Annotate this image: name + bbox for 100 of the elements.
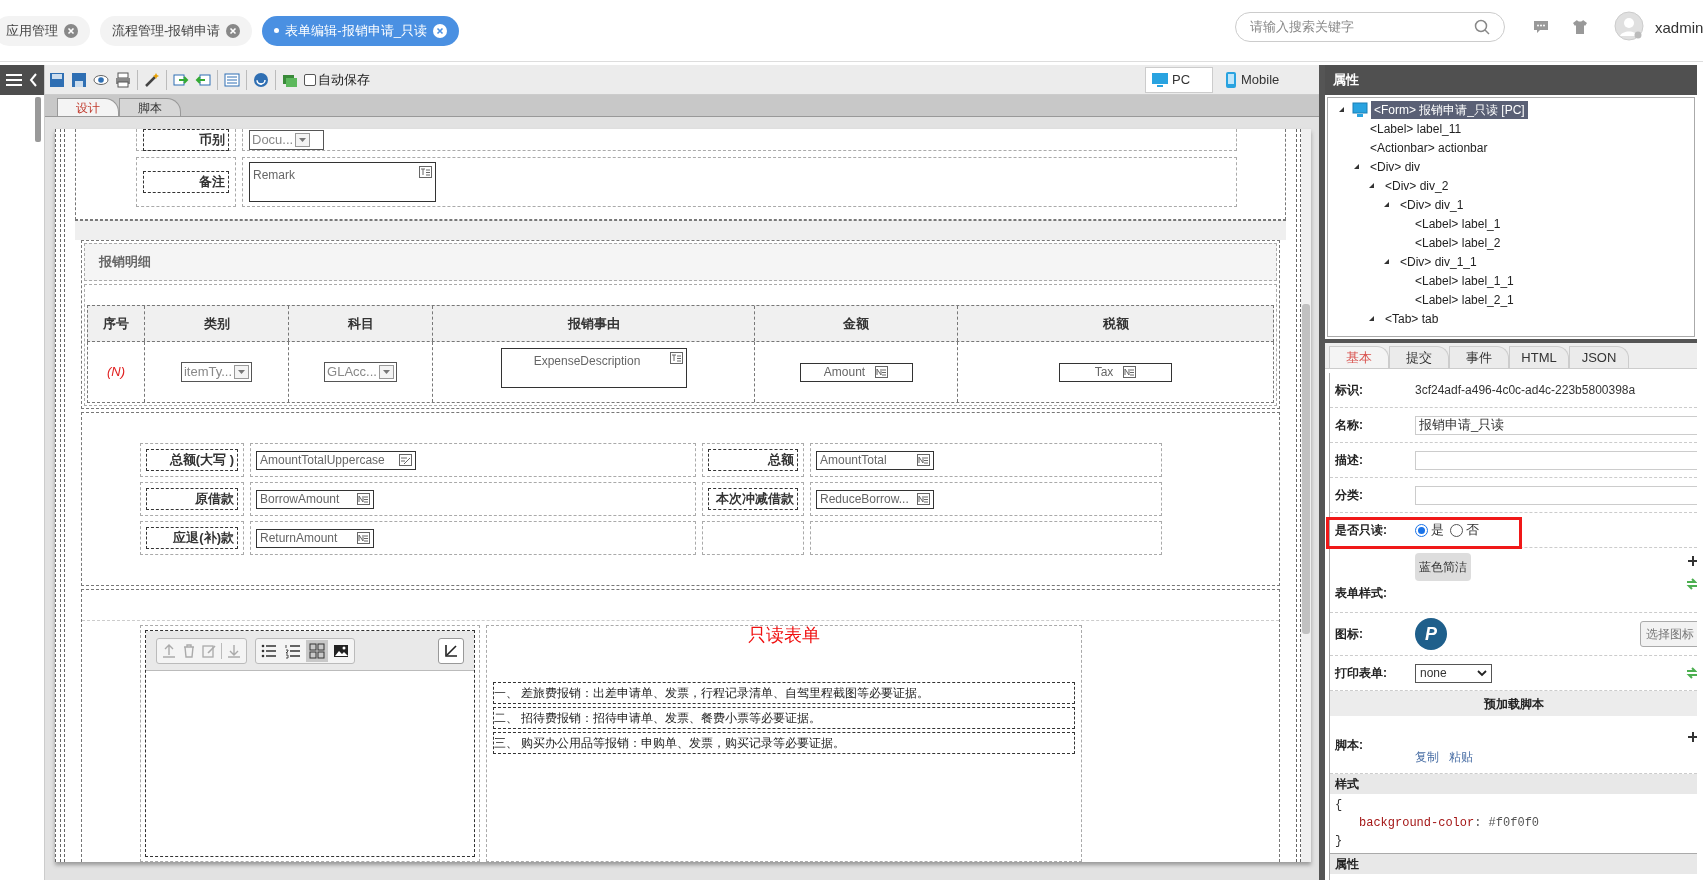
column-header: 类别 (144, 306, 288, 341)
scrollbar-thumb[interactable] (1302, 304, 1310, 634)
textarea-field[interactable]: Remark (249, 162, 436, 202)
column-header: 税额 (957, 306, 1273, 341)
tree-item[interactable]: <Label> label_11 (1367, 119, 1465, 138)
print-select[interactable]: none (1415, 663, 1492, 683)
chevron-left-icon[interactable] (29, 73, 39, 87)
view-mode-tab[interactable]: PC (1145, 66, 1213, 93)
expand-arrow-icon[interactable] (1353, 163, 1360, 170)
tree-item[interactable]: <Div> div_1 (1397, 195, 1467, 214)
expand-arrow-icon[interactable] (1383, 201, 1390, 208)
field-label: 币别 (143, 129, 229, 151)
grid-icon[interactable] (309, 642, 325, 659)
radio-option[interactable]: 否 (1450, 520, 1479, 540)
property-label: 名称: (1335, 417, 1364, 434)
field-label: 本次冲减借款 (708, 488, 798, 510)
swap-icon[interactable] (1686, 667, 1697, 679)
import-icon[interactable] (173, 71, 189, 88)
bullet-list-icon[interactable] (261, 642, 277, 659)
list-icon[interactable] (224, 71, 240, 88)
script-link[interactable]: 粘贴 (1449, 747, 1473, 766)
description-input[interactable] (1415, 450, 1697, 470)
text-type-icon (669, 352, 683, 364)
plus-icon[interactable] (1688, 556, 1697, 566)
property-label: 打印表单: (1335, 665, 1388, 682)
textarea-field[interactable]: ExpenseDescription (500, 348, 687, 388)
tree-item[interactable]: <Label> label_1_1 (1412, 271, 1517, 290)
tab[interactable]: 应用管理 (0, 15, 90, 46)
column-header: 科目 (288, 306, 432, 341)
input-field[interactable]: AmountTotal (816, 450, 934, 470)
radio-option[interactable]: 是 (1415, 520, 1444, 540)
form-icon: P (1415, 618, 1447, 650)
shirt-icon[interactable] (1572, 19, 1588, 35)
menu-icon[interactable] (5, 73, 22, 87)
number-type-icon (357, 493, 370, 505)
number-type-icon (357, 532, 370, 544)
panel-tab[interactable]: 提交 (1389, 346, 1449, 368)
tab[interactable]: 流程管理-报销申请 (100, 15, 253, 46)
input-field[interactable]: Tax (1059, 362, 1172, 382)
tree-item[interactable]: <Div> div_2 (1382, 176, 1452, 195)
number-type-icon (875, 366, 889, 378)
expand-arrow-icon[interactable] (1383, 258, 1390, 265)
dot-icon (274, 28, 280, 33)
tree-item[interactable]: <Label> label_2_1 (1412, 290, 1517, 309)
expand-arrow-icon[interactable] (1338, 106, 1345, 113)
tree-item[interactable]: <Div> div (1367, 157, 1424, 176)
input-field[interactable]: BorrowAmount (256, 489, 374, 509)
save-as-icon[interactable] (71, 71, 87, 88)
number-type-icon (917, 454, 930, 466)
wand-icon[interactable] (144, 71, 160, 88)
input-field[interactable]: Amount (799, 362, 913, 382)
input-field[interactable]: ReduceBorrow... (816, 489, 934, 509)
expand-arrow-icon[interactable] (1368, 315, 1375, 322)
field-label: 总额(大写 ) (146, 449, 238, 471)
view-mode-tab[interactable]: Mobile (1219, 66, 1303, 93)
category-input[interactable] (1415, 485, 1697, 505)
export-icon[interactable] (195, 71, 211, 88)
select-field[interactable]: Docu... (249, 129, 324, 150)
expand-arrow-icon[interactable] (1368, 182, 1375, 189)
print-icon[interactable] (115, 71, 131, 88)
image-icon[interactable] (333, 642, 349, 659)
tree-item[interactable]: <Label> label_2 (1412, 233, 1504, 252)
tree-item[interactable]: <Form> 报销申请_只读 [PC] (1371, 100, 1528, 119)
property-label: 表单样式: (1335, 585, 1388, 602)
tree-item[interactable]: <Div> div_1_1 (1397, 252, 1480, 271)
save-icon[interactable] (49, 71, 65, 88)
search-icon[interactable] (1474, 19, 1490, 35)
tree-item[interactable]: <Tab> tab (1382, 309, 1442, 328)
close-icon[interactable] (432, 23, 447, 38)
select-field[interactable]: itemTy... (180, 362, 253, 382)
input-field[interactable]: ReturnAmount (256, 528, 374, 548)
message-icon[interactable] (1533, 19, 1549, 35)
help-icon[interactable] (253, 71, 269, 88)
panel-tab[interactable]: 事件 (1449, 346, 1509, 368)
panel-tab[interactable]: HTML (1509, 346, 1569, 368)
style-button[interactable]: 蓝色简洁 (1415, 553, 1471, 581)
property-label: 图标: (1335, 626, 1364, 643)
notice-title: 只读表单 (747, 624, 821, 647)
choose-icon-button[interactable]: 选择图标 (1640, 621, 1697, 647)
autosave-checkbox[interactable]: 自动保存 (304, 69, 370, 90)
input-field[interactable]: AmountTotalUppercase (256, 450, 416, 470)
collapse-button[interactable] (438, 637, 464, 664)
editor-tab[interactable]: 脚本 (119, 98, 181, 116)
numbered-list-icon[interactable] (285, 642, 301, 659)
panel-tab[interactable]: 基本 (1329, 346, 1389, 368)
swap-icon[interactable] (1686, 578, 1697, 590)
row-number: (N) (106, 363, 125, 382)
scrollbar-thumb[interactable] (35, 97, 41, 142)
property-label: 脚本: (1335, 736, 1364, 754)
close-icon[interactable] (226, 23, 241, 38)
script-link[interactable]: 复制 (1415, 747, 1439, 766)
select-field[interactable]: GLAcc... (324, 362, 397, 382)
panel-tab[interactable]: JSON (1569, 346, 1629, 368)
user-name[interactable]: xadmin (1655, 17, 1703, 40)
name-input[interactable]: 报销申请_只读 (1415, 415, 1697, 435)
close-icon[interactable] (64, 23, 78, 38)
tree-item[interactable]: <Label> label_1 (1412, 214, 1504, 233)
tree-item[interactable]: <Actionbar> actionbar (1367, 138, 1491, 157)
editor-tab[interactable]: 设计 (57, 98, 119, 116)
plus-icon[interactable] (1688, 732, 1697, 742)
